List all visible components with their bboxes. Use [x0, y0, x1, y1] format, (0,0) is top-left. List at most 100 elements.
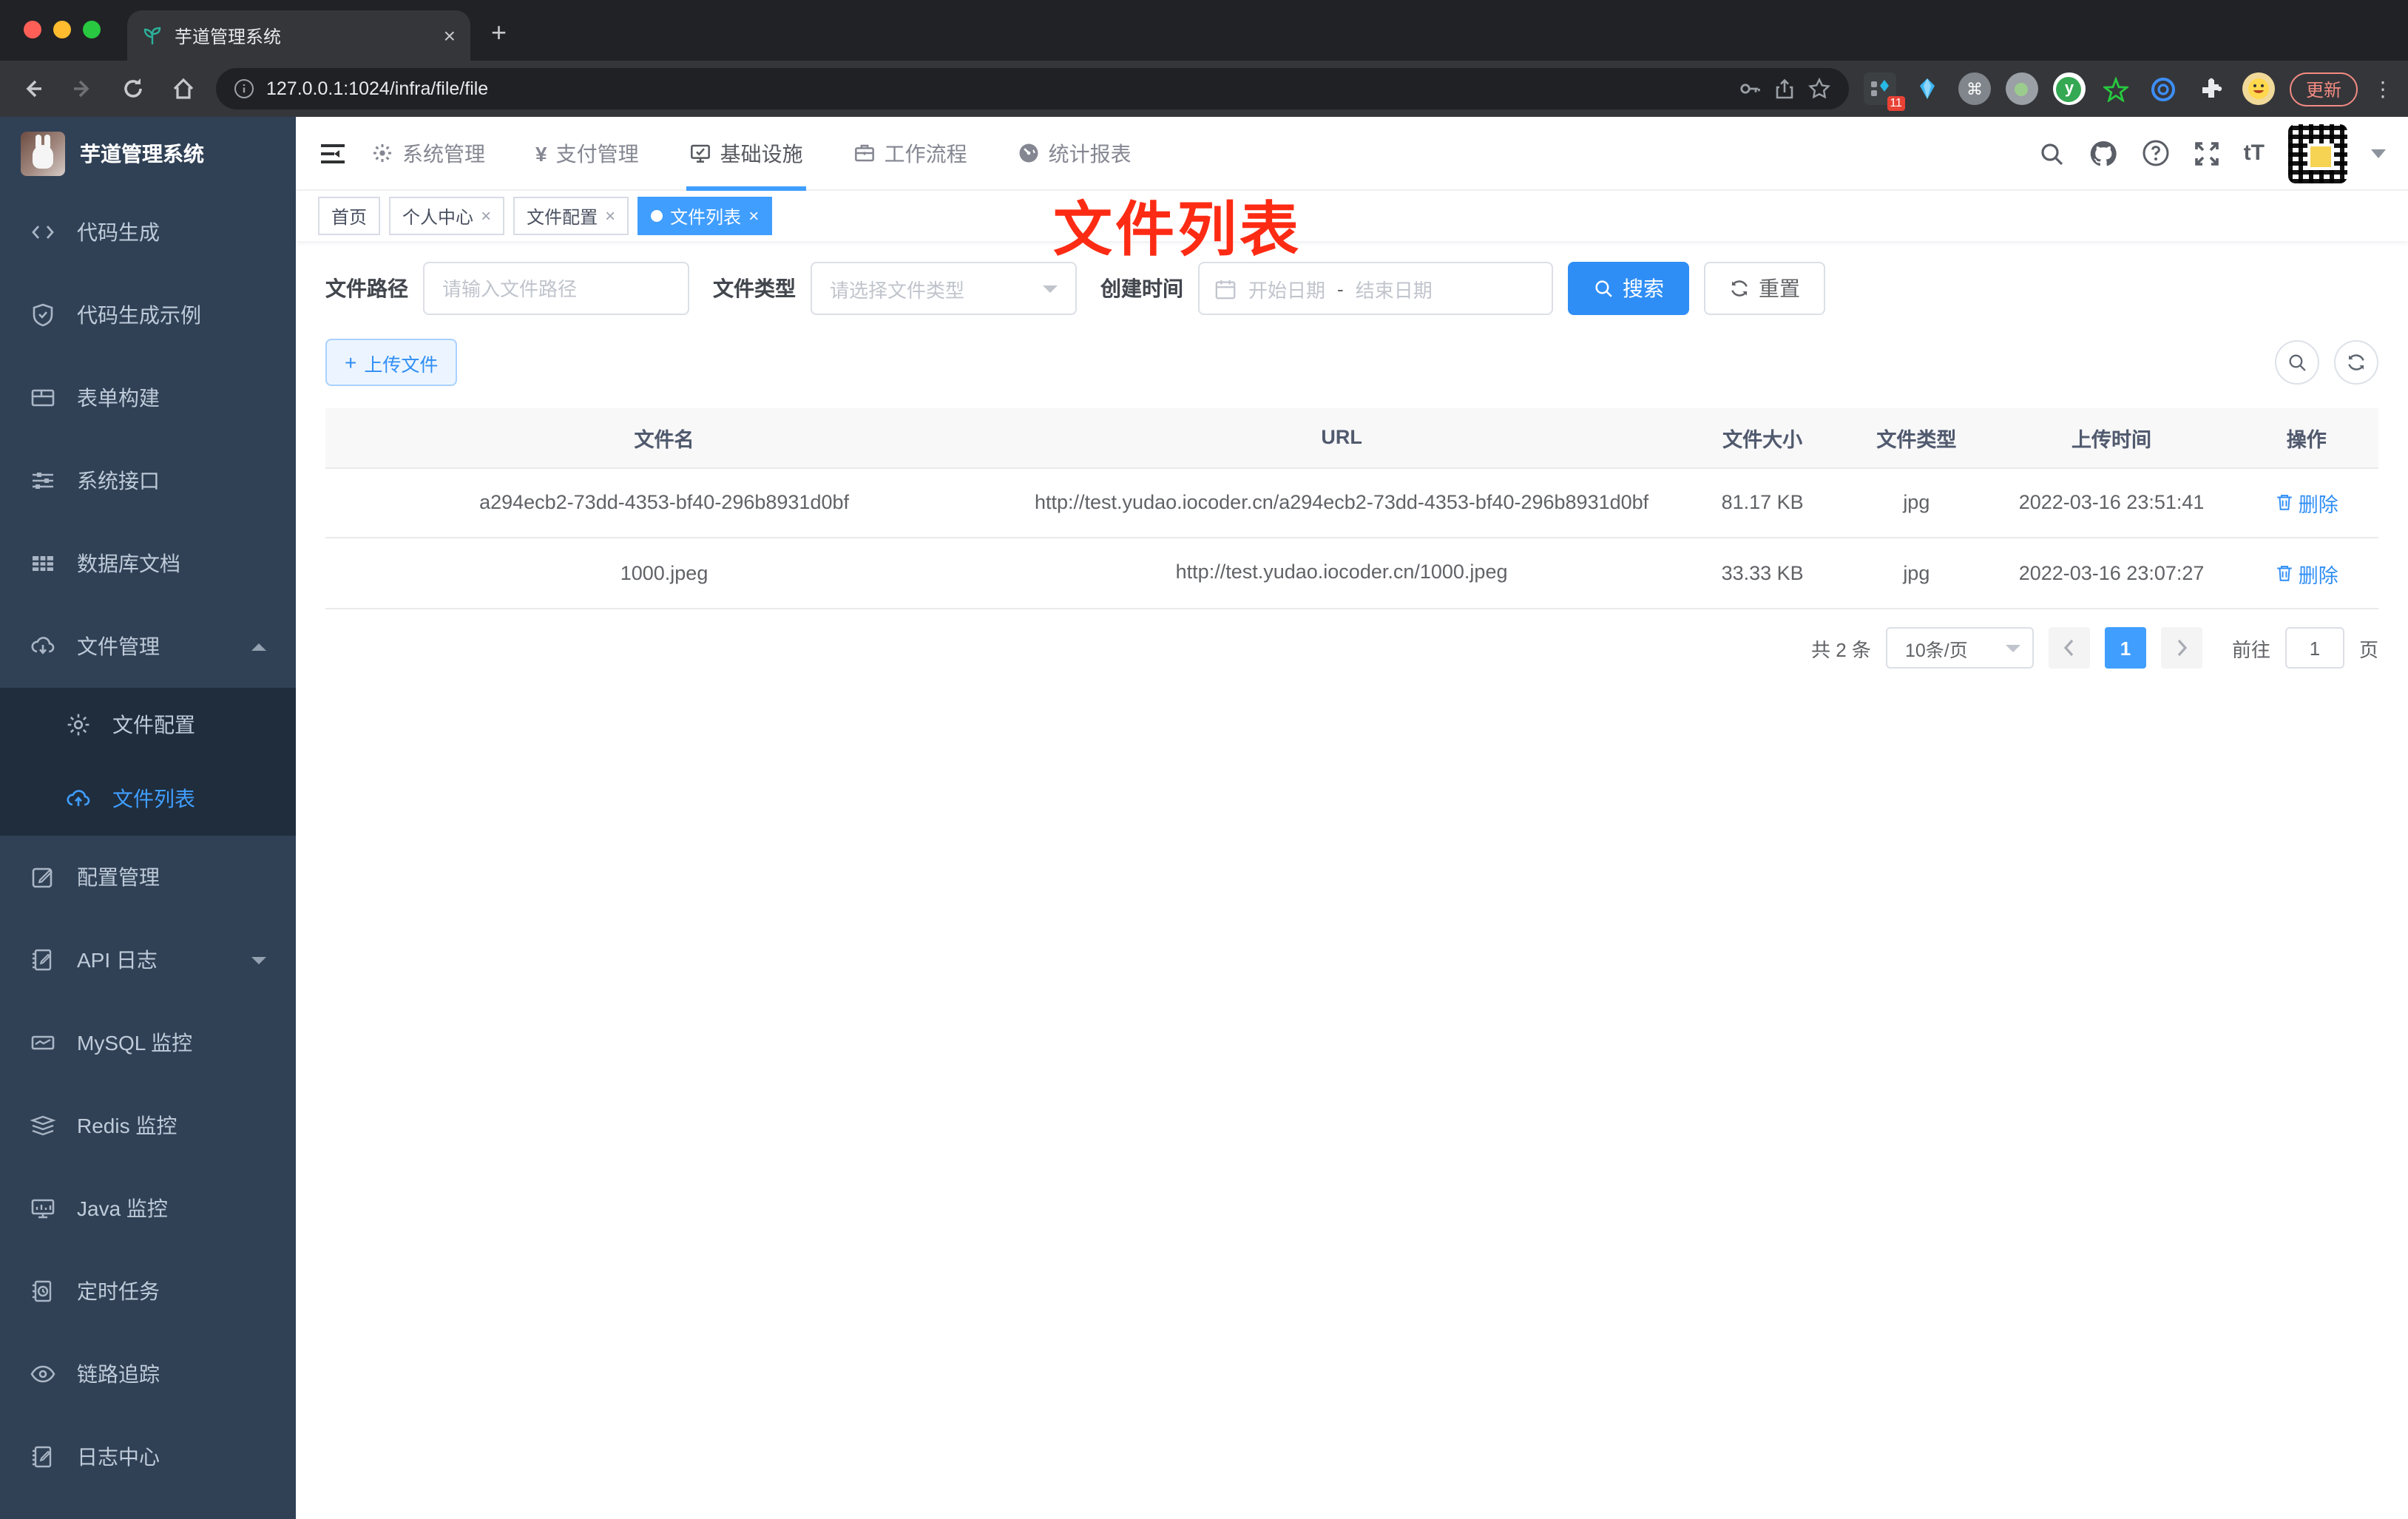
extension-gem-icon[interactable] — [1911, 72, 1944, 105]
extension-sider-icon[interactable]: 11 — [1863, 72, 1905, 111]
date-end-placeholder: 结束日期 — [1355, 279, 1433, 301]
reload-icon[interactable] — [115, 77, 151, 101]
browser-menu-kebab-icon[interactable]: ⋮ — [2373, 76, 2393, 101]
zoom-window-button[interactable] — [83, 21, 101, 38]
password-key-icon[interactable] — [1738, 77, 1762, 101]
chevron-down-icon — [251, 956, 266, 964]
gear-icon — [371, 142, 393, 164]
sidebar-item-code-demo[interactable]: 代码生成示例 — [0, 274, 296, 356]
search-icon[interactable] — [2038, 140, 2065, 166]
sidebar-item-file-manage[interactable]: 文件管理 — [0, 605, 296, 688]
col-file-name: 文件名 — [325, 408, 1004, 468]
address-bar[interactable]: 127.0.0.1:1024/infra/file/file — [216, 68, 1849, 109]
help-icon[interactable] — [2142, 139, 2170, 167]
site-info-icon[interactable] — [234, 78, 254, 99]
new-tab-button[interactable]: + — [491, 18, 507, 49]
extension-command-icon[interactable]: ⌘ — [1958, 72, 1991, 105]
extensions-puzzle-icon[interactable] — [2195, 72, 2228, 105]
prev-page-button[interactable] — [2048, 627, 2090, 669]
share-icon[interactable] — [1773, 78, 1796, 100]
refresh-table-icon[interactable] — [2334, 340, 2378, 385]
sidebar-item-redis-monitor[interactable]: Redis 监控 — [0, 1084, 296, 1167]
home-icon[interactable] — [166, 77, 201, 101]
sidebar-item-form-builder[interactable]: 表单构建 — [0, 356, 296, 439]
col-upload-time: 上传时间 — [1988, 408, 2235, 468]
browser-tab[interactable]: 芋道管理系统 × — [127, 10, 470, 61]
delete-button[interactable]: 删除 — [2275, 559, 2338, 589]
file-type-select[interactable]: 请选择文件类型 — [811, 262, 1077, 315]
search-button[interactable]: 搜索 — [1568, 262, 1689, 315]
goto-page-input[interactable] — [2284, 627, 2344, 669]
tag-profile[interactable]: 个人中心 × — [389, 197, 505, 235]
upload-file-button[interactable]: + 上传文件 — [325, 339, 458, 386]
sidebar-logo[interactable]: 芋道管理系统 — [0, 117, 296, 191]
sidebar-item-scheduled-jobs[interactable]: 定时任务 — [0, 1250, 296, 1333]
cell-upload-time: 2022-03-16 23:51:41 — [1988, 467, 2235, 539]
minimize-window-button[interactable] — [53, 21, 71, 38]
sidebar-item-tracing[interactable]: 链路追踪 — [0, 1333, 296, 1415]
top-menu-system[interactable]: 系统管理 — [371, 116, 485, 190]
tag-close-icon[interactable]: × — [605, 206, 615, 226]
avatar-caret-down-icon[interactable] — [2371, 149, 2386, 158]
file-type-label: 文件类型 — [713, 277, 796, 300]
extension-eye-icon[interactable] — [2148, 72, 2180, 105]
tag-home[interactable]: 首页 — [318, 197, 381, 235]
sidebar-item-config-manage[interactable]: 配置管理 — [0, 836, 296, 918]
cell-file-name: 1000.jpeg — [325, 538, 1004, 610]
cloud-upload-icon — [65, 785, 92, 812]
file-table: 文件名 URL 文件大小 文件类型 上传时间 操作 a294ecb2-73dd-… — [325, 408, 2378, 610]
sidebar-item-java-monitor[interactable]: Java 监控 — [0, 1167, 296, 1250]
forward-icon[interactable] — [65, 77, 101, 101]
sidebar-item-mysql-monitor[interactable]: MySQL 监控 — [0, 1001, 296, 1084]
sidebar-item-log-center[interactable]: 日志中心 — [0, 1415, 296, 1498]
chevron-down-icon — [2005, 644, 2020, 652]
extension-y-icon[interactable]: y — [2052, 72, 2086, 105]
app-title: 芋道管理系统 — [80, 142, 204, 166]
top-menu-infrastructure[interactable]: 基础设施 — [686, 116, 806, 190]
delete-button[interactable]: 删除 — [2275, 488, 2338, 518]
file-path-input[interactable] — [423, 262, 689, 315]
next-page-button[interactable] — [2160, 627, 2202, 669]
font-size-icon[interactable]: tT — [2244, 141, 2265, 166]
trash-icon — [2275, 493, 2294, 512]
top-menu-payment[interactable]: ¥ 支付管理 — [535, 116, 639, 190]
file-manage-submenu: 文件配置 文件列表 — [0, 688, 296, 836]
back-icon[interactable] — [15, 77, 50, 101]
sidebar-item-system-api[interactable]: 系统接口 — [0, 439, 296, 522]
tag-file-list[interactable]: 文件列表 × — [637, 197, 773, 235]
cloud-download-icon — [30, 633, 56, 660]
browser-update-button[interactable]: 更新 — [2289, 72, 2358, 106]
reset-button[interactable]: 重置 — [1704, 262, 1825, 315]
top-menu-reports[interactable]: 统计报表 — [1018, 116, 1132, 190]
tag-close-icon[interactable]: × — [748, 206, 759, 226]
date-range-picker[interactable]: 开始日期 - 结束日期 — [1198, 262, 1553, 315]
browser-tab-strip: 芋道管理系统 × + — [0, 0, 2408, 61]
bookmark-star-icon[interactable] — [1807, 77, 1831, 101]
toggle-search-icon[interactable] — [2275, 340, 2319, 385]
extension-emoji-icon[interactable] — [2242, 72, 2275, 105]
close-window-button[interactable] — [24, 21, 41, 38]
avatar[interactable] — [2288, 124, 2347, 183]
sidebar-item-db-doc[interactable]: 数据库文档 — [0, 522, 296, 605]
tag-close-icon[interactable]: × — [481, 206, 491, 226]
sidebar-item-code-gen[interactable]: 代码生成 — [0, 191, 296, 274]
col-file-size: 文件大小 — [1680, 408, 1845, 468]
extension-dot-icon[interactable] — [2005, 72, 2038, 105]
page-size-select[interactable]: 10条/页 — [1885, 627, 2034, 669]
sidebar-item-file-list[interactable]: 文件列表 — [0, 762, 296, 836]
top-menu-workflow[interactable]: 工作流程 — [853, 116, 967, 190]
infra-icon — [689, 142, 711, 164]
github-icon[interactable] — [2089, 138, 2118, 168]
sidebar-collapse-icon[interactable] — [318, 140, 348, 166]
extension-star-icon[interactable] — [2100, 72, 2133, 105]
current-page[interactable]: 1 — [2104, 627, 2146, 669]
col-file-type: 文件类型 — [1844, 408, 1989, 468]
page-content: 文件路径 文件类型 请选择文件类型 创建时间 开始日期 - 结束日期 — [296, 241, 2408, 669]
sidebar-item-api-log[interactable]: API 日志 — [0, 918, 296, 1001]
fullscreen-icon[interactable] — [2194, 140, 2220, 166]
sidebar-item-file-config[interactable]: 文件配置 — [0, 688, 296, 762]
tab-close-icon[interactable]: × — [444, 24, 456, 47]
cell-file-size: 81.17 KB — [1680, 467, 1845, 539]
gauge-icon — [1018, 142, 1040, 164]
tag-file-config[interactable]: 文件配置 × — [513, 197, 629, 235]
